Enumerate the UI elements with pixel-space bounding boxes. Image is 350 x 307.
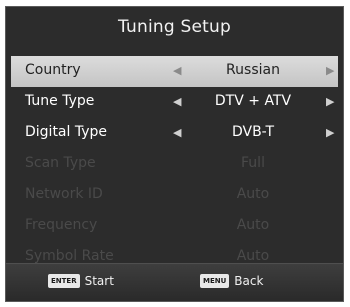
setting-row-network-id: Network ID Auto: [11, 180, 338, 211]
setting-row-country[interactable]: Country ◀ Russian ▶: [11, 56, 338, 87]
menu-key-icon: MENU: [200, 274, 230, 288]
setting-value: DVB-T: [231, 124, 275, 140]
enter-key-icon: ENTER: [48, 274, 80, 288]
setting-label: Tune Type: [25, 93, 95, 109]
setting-value: Auto: [236, 217, 270, 233]
setting-value: Auto: [236, 186, 270, 202]
menu-title: Tuning Setup: [118, 17, 231, 37]
setting-label: Frequency: [25, 217, 98, 233]
setting-row-tune-type[interactable]: Tune Type ◀ DTV + ATV ▶: [11, 87, 338, 118]
settings-list: Country ◀ Russian ▶ Tune Type ◀ DTV + AT…: [11, 56, 338, 273]
right-arrow-icon[interactable]: ▶: [326, 95, 334, 108]
setting-value: DTV + ATV: [214, 93, 292, 109]
setting-label: Network ID: [25, 186, 103, 202]
setting-label: Symbol Rate: [25, 248, 114, 264]
setting-row-frequency: Frequency Auto: [11, 211, 338, 242]
right-arrow-icon[interactable]: ▶: [326, 126, 334, 139]
right-arrow-icon[interactable]: ▶: [326, 64, 334, 77]
setting-label: Country: [25, 62, 81, 78]
setting-label: Digital Type: [25, 124, 108, 140]
menu-back-hint[interactable]: MENU Back: [200, 274, 263, 288]
setting-row-scan-type: Scan Type Full: [11, 149, 338, 180]
enter-start-hint[interactable]: ENTER Start: [48, 274, 114, 288]
start-label: Start: [84, 274, 114, 288]
tuning-setup-panel: Tuning Setup Country ◀ Russian ▶ Tune Ty…: [5, 6, 344, 302]
setting-label: Scan Type: [25, 155, 96, 171]
setting-row-digital-type[interactable]: Digital Type ◀ DVB-T ▶: [11, 118, 338, 149]
key-hint-bar: ENTER Start MENU Back: [6, 263, 343, 301]
setting-value: Auto: [236, 248, 270, 264]
setting-value: Russian: [226, 62, 280, 78]
setting-value: Full: [241, 155, 265, 171]
back-label: Back: [234, 274, 264, 288]
